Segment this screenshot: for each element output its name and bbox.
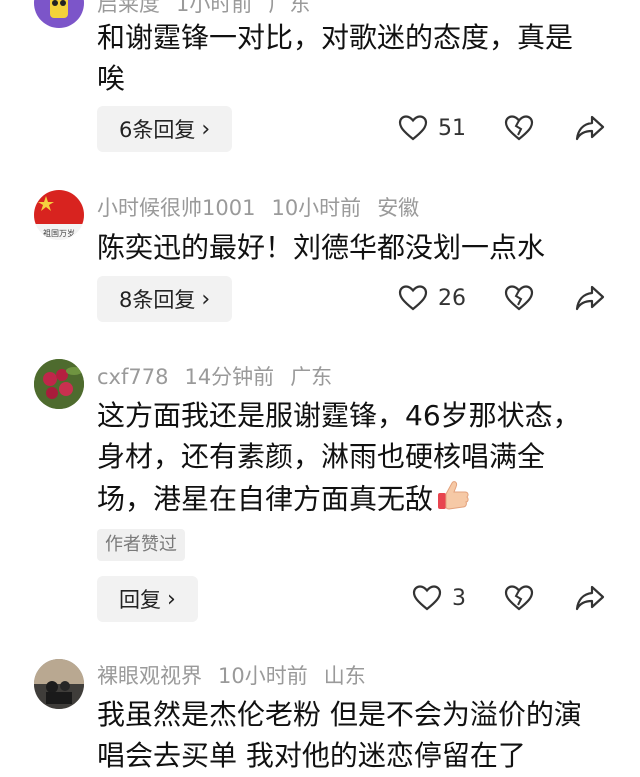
reply-button[interactable]: 回复 › xyxy=(97,576,198,622)
dislike-button[interactable] xyxy=(504,584,534,616)
comment-text: 我虽然是杰伦老粉 但是不会为溢价的演唱会去买单 我对他的迷恋停留在了 xyxy=(97,698,582,772)
author-liked-badge: 作者赞过 xyxy=(97,529,185,561)
comment-meta: 裸眼观视界 10小时前 山东 xyxy=(97,660,382,690)
avatar[interactable] xyxy=(34,359,84,409)
share-arrow-icon xyxy=(575,285,605,311)
comment-time: 14分钟前 xyxy=(184,365,275,389)
like-count: 51 xyxy=(438,115,466,141)
view-replies-button[interactable]: 8条回复 › xyxy=(97,276,233,322)
username[interactable]: 小时候很帅1001 xyxy=(97,196,255,220)
chevron-right-icon: › xyxy=(201,116,211,142)
share-button[interactable] xyxy=(574,114,606,146)
broken-heart-icon xyxy=(504,115,534,141)
share-button[interactable] xyxy=(574,284,606,316)
comment-time: 1小时前 xyxy=(176,0,253,16)
comment-actions: 51 xyxy=(380,106,620,152)
comment-location: 安徽 xyxy=(377,196,420,220)
comment-time: 10小时前 xyxy=(218,664,308,688)
share-arrow-icon xyxy=(575,585,605,611)
avatar[interactable] xyxy=(34,0,84,28)
comment-time: 10小时前 xyxy=(271,196,362,220)
chevron-right-icon: › xyxy=(167,586,176,612)
dislike-button[interactable] xyxy=(504,114,534,146)
avatar[interactable] xyxy=(34,659,84,709)
reply-label: 回复 xyxy=(119,588,161,612)
comment-meta: 启莱度 1小时前 广东 xyxy=(97,0,326,18)
share-arrow-icon xyxy=(575,115,605,141)
comment-text: 陈奕迅的最好！刘德华都没划一点水 xyxy=(97,231,546,264)
comment-location: 广东 xyxy=(268,0,311,16)
heart-outline-icon xyxy=(398,285,428,311)
like-button[interactable]: 51 xyxy=(398,114,466,142)
comment-actions: 26 xyxy=(380,276,620,322)
comment-meta: cxf778 14分钟前 广东 xyxy=(97,361,348,391)
avatar[interactable]: 祖国万岁 xyxy=(34,190,84,240)
comment-meta: 小时候很帅1001 10小时前 安徽 xyxy=(97,192,435,222)
reply-count-label: 6条回复 xyxy=(119,118,196,142)
like-count: 3 xyxy=(452,585,466,611)
dislike-button[interactable] xyxy=(504,284,534,316)
username[interactable]: cxf778 xyxy=(97,365,168,389)
like-button[interactable]: 26 xyxy=(398,284,466,312)
username[interactable]: 裸眼观视界 xyxy=(97,664,202,688)
chevron-right-icon: › xyxy=(201,286,211,312)
comment-text: 这方面我还是服谢霆锋，46岁那状态，身材，还有素颜，淋雨也硬核唱满全场，港星在自… xyxy=(97,395,589,524)
heart-outline-icon xyxy=(398,115,428,141)
like-button[interactable]: 3 xyxy=(412,584,466,612)
like-count: 26 xyxy=(438,285,466,311)
broken-heart-icon xyxy=(504,585,534,611)
comment-text: 和谢霆锋一对比，对歌迷的态度，真是唉 xyxy=(97,21,574,95)
comment-actions: 3 xyxy=(380,576,620,622)
svg-text:祖国万岁: 祖国万岁 xyxy=(43,228,75,238)
username[interactable]: 启莱度 xyxy=(97,0,160,16)
heart-outline-icon xyxy=(412,585,442,611)
broken-heart-icon xyxy=(504,285,534,311)
reply-count-label: 8条回复 xyxy=(119,288,196,312)
share-button[interactable] xyxy=(574,584,606,616)
thumbs-up-icon xyxy=(435,477,471,524)
comment-location: 山东 xyxy=(323,664,366,688)
comment-text-content: 这方面我还是服谢霆锋，46岁那状态，身材，还有素颜，淋雨也硬核唱满全场，港星在自… xyxy=(97,399,581,516)
view-replies-button[interactable]: 6条回复 › xyxy=(97,106,233,152)
comment-location: 广东 xyxy=(290,365,333,389)
